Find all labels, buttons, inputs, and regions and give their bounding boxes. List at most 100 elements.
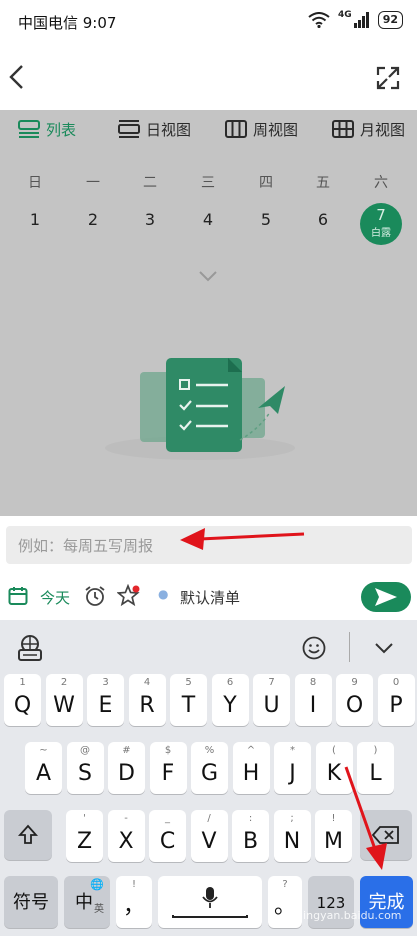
key-z[interactable]: ' Z: [66, 810, 103, 862]
date-cell[interactable]: 6: [308, 210, 338, 229]
today-button[interactable]: 今天: [40, 587, 70, 608]
alarm-clock-icon[interactable]: [84, 585, 106, 607]
weekday-fri: 五: [316, 175, 330, 191]
tab-day-view[interactable]: 日视图: [118, 118, 191, 140]
keyboard-settings-icon[interactable]: [16, 634, 44, 662]
symbol-key-label: 符号: [13, 892, 49, 913]
period-key[interactable]: ? 。: [268, 876, 302, 928]
key-j[interactable]: * J: [274, 742, 311, 794]
shift-icon: [18, 824, 38, 844]
top-nav: [0, 44, 417, 110]
calendar-icon[interactable]: [8, 586, 28, 606]
tab-list[interactable]: 列表: [18, 118, 76, 140]
backspace-key[interactable]: [360, 810, 412, 860]
key-s[interactable]: @ S: [66, 742, 104, 794]
date-cell[interactable]: 3: [135, 210, 165, 229]
emoji-icon[interactable]: [302, 636, 326, 660]
key-hint: :: [248, 813, 253, 824]
key-i[interactable]: 8I: [294, 674, 332, 726]
key-h[interactable]: ^ H: [232, 742, 270, 794]
comma-key[interactable]: ! ，: [116, 876, 152, 928]
send-button[interactable]: [361, 582, 411, 612]
key-hint: 3: [102, 677, 109, 688]
task-input-placeholder: 例如：每周五写周报: [18, 537, 154, 555]
day-view-icon: [118, 120, 140, 138]
date-cell[interactable]: 4: [193, 210, 223, 229]
period-key-label: 。: [273, 894, 296, 919]
key-label: O: [345, 693, 364, 718]
date-cell[interactable]: 1: [20, 210, 50, 229]
key-hint: ~: [39, 745, 48, 756]
fullscreen-icon[interactable]: [376, 66, 400, 90]
key-hint: /: [207, 813, 211, 824]
key-label: N: [283, 829, 301, 854]
key-hint: 1: [19, 677, 26, 688]
key-hint: (: [332, 745, 336, 756]
key-hint: 9: [351, 677, 358, 688]
task-input[interactable]: 例如：每周五写周报: [6, 526, 412, 564]
backspace-icon: [372, 826, 399, 844]
chevron-down-icon[interactable]: [198, 270, 218, 282]
language-switch-key[interactable]: 🌐 中 英: [64, 876, 110, 928]
key-hint: ;: [290, 813, 294, 824]
key-f[interactable]: $ F: [149, 742, 187, 794]
today-day: 7: [376, 206, 386, 224]
key-r[interactable]: 4R: [128, 674, 166, 726]
key-label: R: [139, 693, 155, 718]
key-d[interactable]: # D: [108, 742, 145, 794]
key-g[interactable]: % G: [191, 742, 228, 794]
key-n[interactable]: ; N: [273, 810, 311, 862]
key-hint: $: [164, 745, 172, 756]
key-hint: *: [290, 745, 295, 756]
key-label: G: [200, 761, 219, 786]
key-hint: 8: [309, 677, 317, 688]
month-view-icon: [332, 120, 354, 138]
key-hint: 6: [226, 677, 234, 688]
key-hint: ): [373, 745, 378, 756]
comma-key-label: ，: [122, 894, 145, 919]
space-key[interactable]: [158, 876, 262, 928]
key-label: T: [181, 693, 196, 718]
key-o[interactable]: 9O: [336, 674, 373, 726]
key-hint: 5: [185, 677, 192, 688]
symbol-key[interactable]: 符号: [4, 876, 58, 928]
back-arrow-icon[interactable]: [8, 64, 26, 90]
key-q[interactable]: 1Q: [4, 674, 41, 726]
key-x[interactable]: -X: [107, 810, 145, 862]
key-label: E: [98, 693, 113, 718]
shift-key[interactable]: [4, 810, 52, 860]
key-label: X: [118, 829, 134, 854]
key-u[interactable]: 7U: [253, 674, 290, 726]
key-a[interactable]: ~ A: [25, 742, 62, 794]
weekday-thu: 四: [259, 175, 273, 191]
key-k[interactable]: (K: [315, 742, 353, 794]
tab-week-view[interactable]: 周视图: [225, 118, 298, 140]
tab-list-label: 列表: [46, 120, 77, 139]
today-term: 白露: [371, 228, 391, 239]
key-hint: @: [80, 745, 90, 756]
key-hint: ^: [246, 745, 256, 756]
key-t[interactable]: 5T: [170, 674, 207, 726]
key-p[interactable]: 0P: [377, 674, 415, 726]
key-label: Y: [223, 693, 237, 718]
tab-month-view[interactable]: 月视图: [332, 118, 405, 140]
tab-week-view-label: 周视图: [253, 120, 299, 139]
key-l[interactable]: ) L: [357, 742, 394, 794]
key-m[interactable]: ! M: [315, 810, 352, 862]
key-b[interactable]: :B: [232, 810, 269, 862]
default-list-button[interactable]: 默认清单: [180, 587, 240, 608]
key-e[interactable]: 3E: [87, 674, 124, 726]
status-bar: 中国电信 9:07 4G 92: [0, 0, 417, 44]
key-hint: -: [124, 813, 128, 824]
key-c[interactable]: _ C: [149, 810, 186, 862]
date-cell[interactable]: 2: [78, 210, 108, 229]
today-date-cell[interactable]: 7 白露: [360, 203, 402, 245]
key-label: P: [389, 693, 403, 718]
date-cell[interactable]: 5: [251, 210, 281, 229]
key-v[interactable]: / V: [190, 810, 228, 862]
key-y[interactable]: 6Y: [211, 674, 249, 726]
key-w[interactable]: 2W: [45, 674, 83, 726]
star-priority-icon[interactable]: [117, 584, 141, 608]
collapse-keyboard-icon[interactable]: [374, 642, 394, 654]
send-icon: [375, 588, 397, 606]
